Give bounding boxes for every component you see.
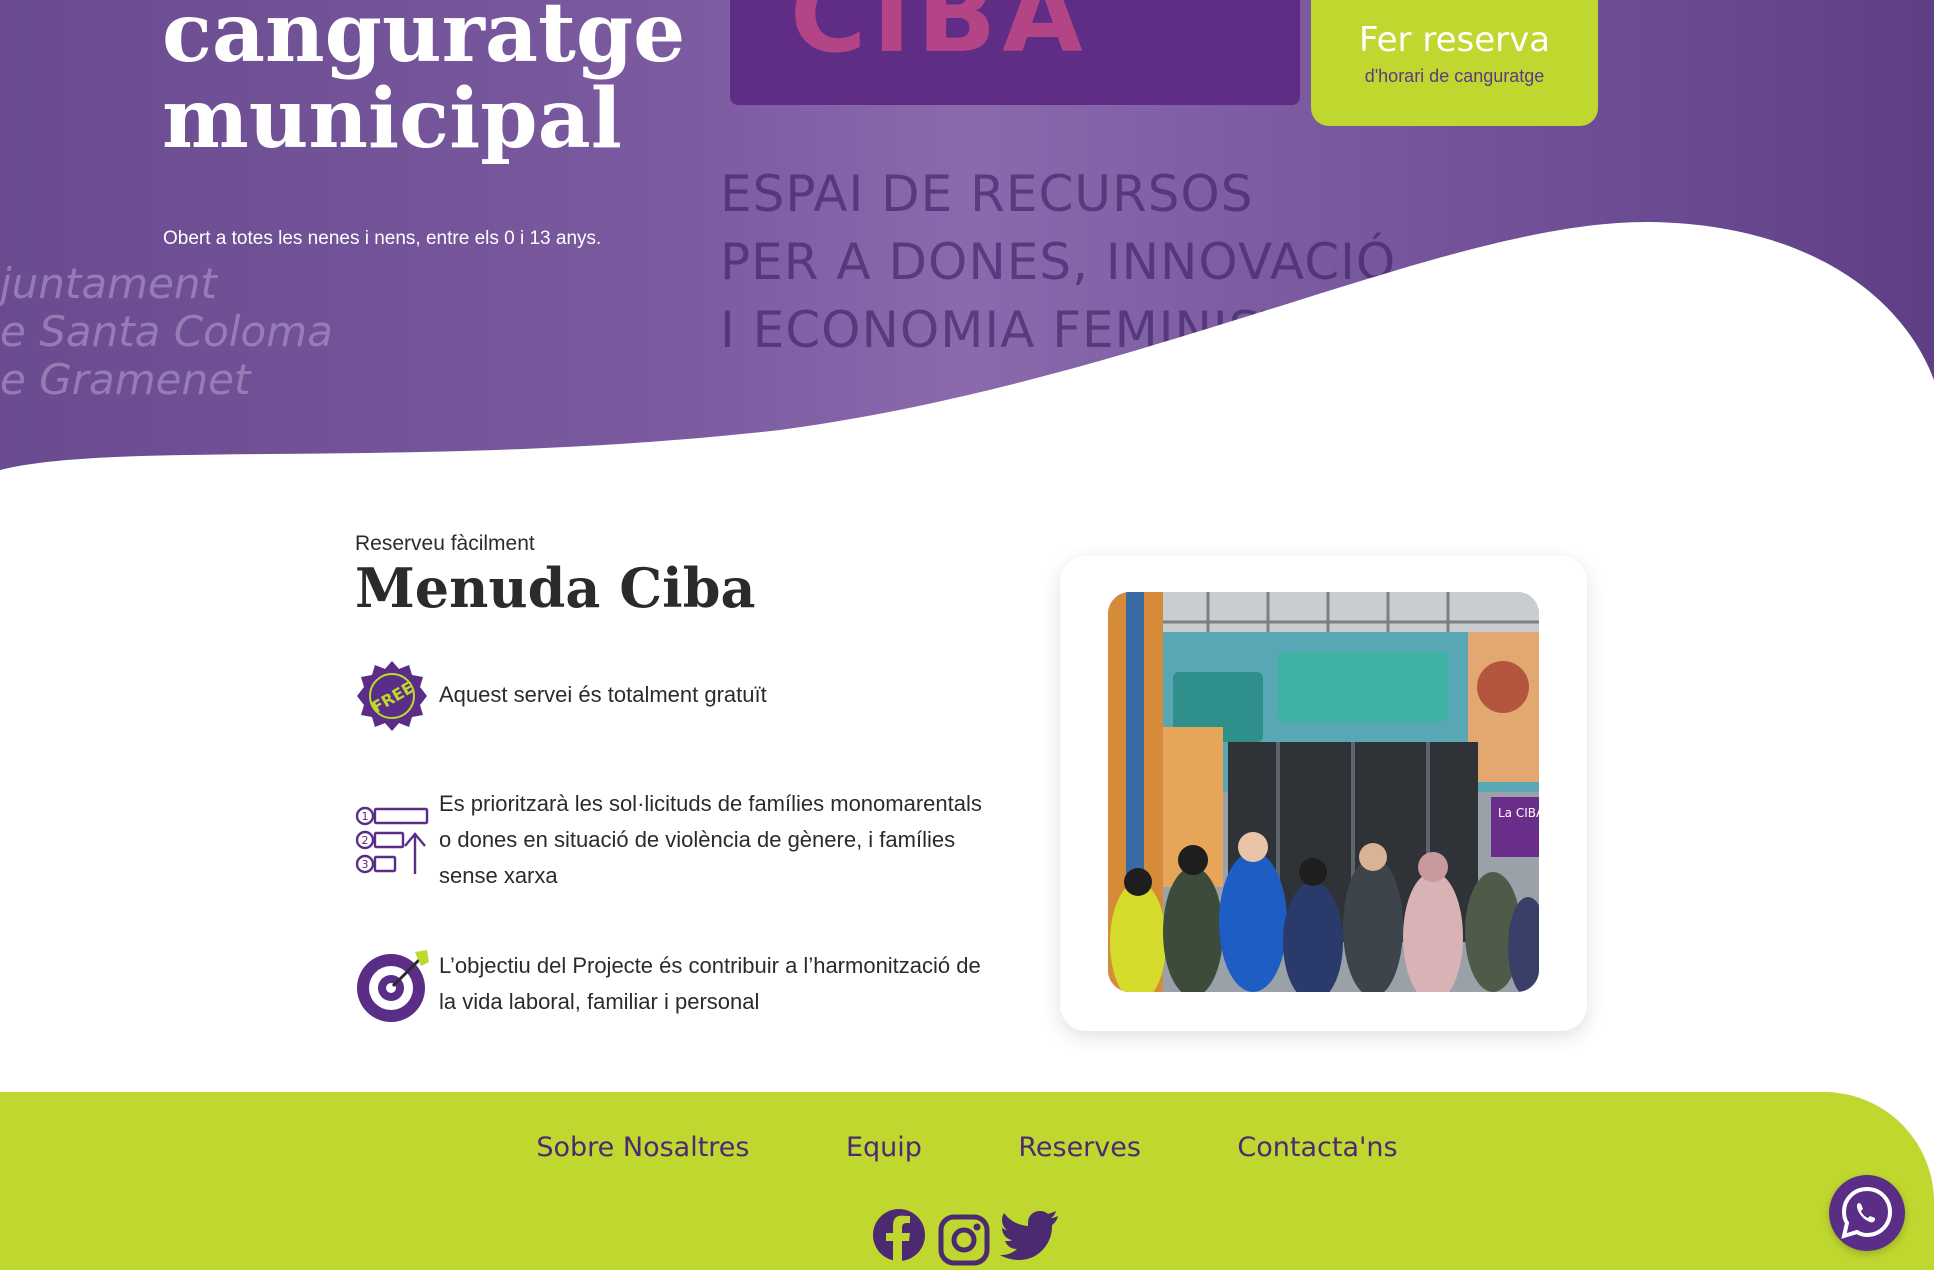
- footer-link-sobre-nosaltres[interactable]: Sobre Nosaltres: [536, 1132, 749, 1163]
- twitter-icon[interactable]: [1000, 1210, 1060, 1267]
- feature-text: Aquest servei és totalment gratuït: [439, 682, 767, 707]
- site-footer: Sobre Nosaltres Equip Reserves Contacta'…: [0, 1092, 1934, 1270]
- hero-section: CIBA ESPAI DE RECURSOS PER A DONES, INNO…: [0, 0, 1934, 480]
- svg-text:1: 1: [362, 810, 369, 823]
- footer-link-contactans[interactable]: Contacta'ns: [1237, 1132, 1397, 1163]
- feature-item-target: L’objectiu del Projecte és contribuir a …: [355, 948, 995, 1028]
- whatsapp-button[interactable]: [1829, 1175, 1905, 1251]
- reserve-button-title: Fer reserva: [1358, 20, 1551, 60]
- svg-text:3: 3: [362, 858, 369, 871]
- reserve-button-subtitle: d'horari de canguratge: [1364, 66, 1545, 86]
- facebook-icon[interactable]: [872, 1208, 926, 1267]
- section-title: Menuda Ciba: [355, 556, 756, 620]
- photo-card: La CIBA: [1060, 556, 1587, 1031]
- building-photo: La CIBA: [1108, 592, 1539, 992]
- free-badge-icon: FREE: [355, 659, 429, 738]
- section-kicker: Reserveu fàcilment: [355, 532, 535, 555]
- photo-sign-text: La CIBA: [1498, 806, 1539, 820]
- feature-item-priority: 1 2 3 Es prioritzarà les sol·licituds de f…: [355, 786, 995, 896]
- target-icon: [355, 948, 431, 1029]
- svg-text:2: 2: [362, 834, 369, 847]
- whatsapp-icon: [1841, 1186, 1893, 1239]
- reserve-button[interactable]: Fer reserva d'horari de canguratge: [1311, 0, 1598, 126]
- feature-text: Es prioritzarà les sol·licituds de famíl…: [439, 791, 982, 888]
- page-title: canguratge municipal: [162, 0, 685, 162]
- priority-list-icon: 1 2 3: [355, 804, 431, 885]
- title-line: canguratge: [162, 0, 686, 81]
- instagram-icon[interactable]: [938, 1214, 990, 1271]
- feature-item-free: FREE Aquest servei és totalment gratuït: [355, 661, 995, 743]
- footer-nav: Sobre Nosaltres Equip Reserves Contacta'…: [0, 1132, 1934, 1163]
- title-line: municipal: [162, 71, 622, 167]
- footer-link-equip[interactable]: Equip: [846, 1132, 922, 1163]
- feature-text: L’objectiu del Projecte és contribuir a …: [439, 953, 981, 1014]
- footer-link-reserves[interactable]: Reserves: [1018, 1132, 1141, 1163]
- social-links: [872, 1208, 1062, 1268]
- hero-subtitle: Obert a totes les nenes i nens, entre el…: [163, 228, 602, 249]
